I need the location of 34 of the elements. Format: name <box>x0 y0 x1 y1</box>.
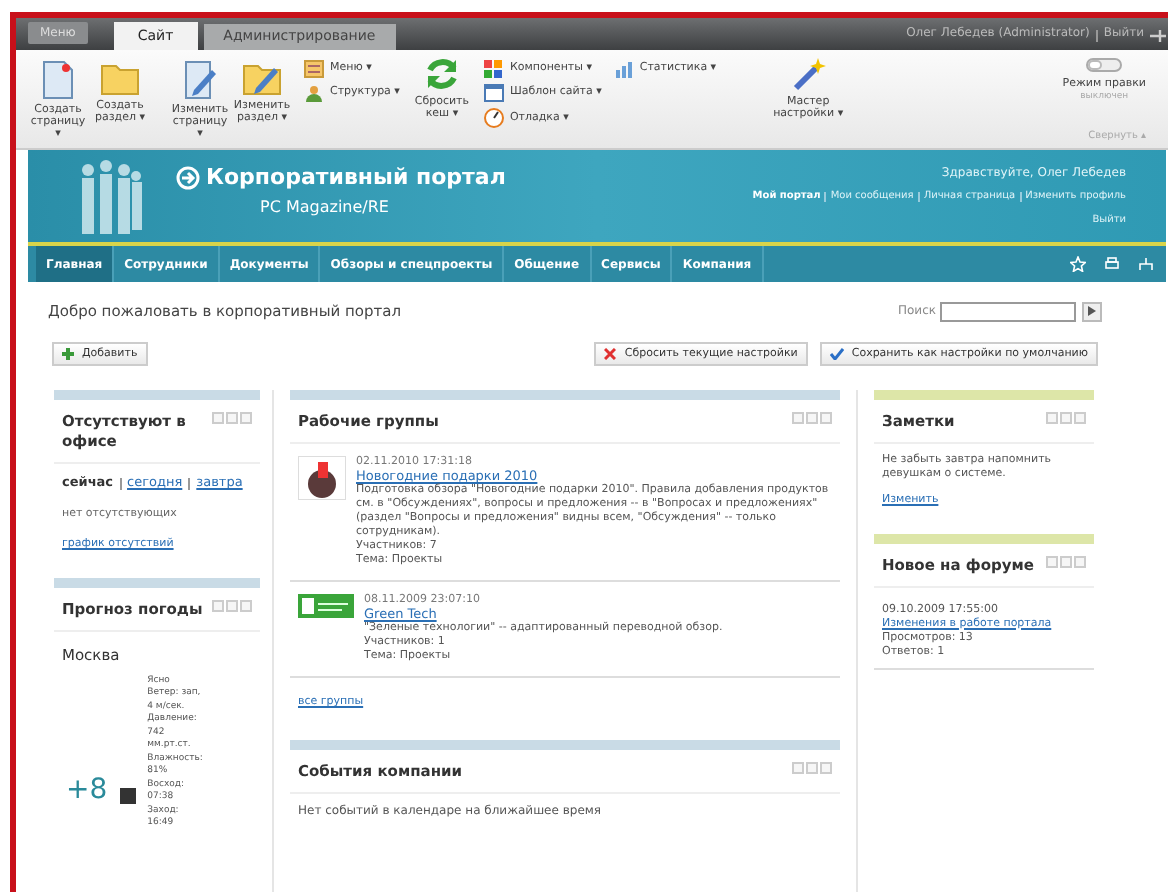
panel-controls-icon <box>792 412 832 425</box>
gift-photo-placeholder <box>298 456 346 501</box>
panel-controls-icon <box>792 761 832 773</box>
logo-icon <box>298 594 354 619</box>
refresh-icon <box>423 56 460 92</box>
panel-controls-icon <box>212 412 252 425</box>
blocks-icon <box>483 60 504 78</box>
magic-wand-icon <box>790 56 827 92</box>
close-icon <box>604 348 617 361</box>
temperature: +8 <box>66 771 108 810</box>
folder-icon <box>100 60 140 96</box>
sitemap-icon <box>1138 256 1154 272</box>
panel-controls-icon <box>1046 555 1086 567</box>
checkmark-icon <box>829 348 844 361</box>
folder-pencil-icon <box>242 60 282 96</box>
page-icon <box>40 60 76 100</box>
arrow-circle-icon <box>176 166 200 191</box>
panel-controls-icon <box>212 599 252 611</box>
toggle-switch[interactable] <box>1086 58 1123 72</box>
search-field[interactable] <box>940 301 1076 322</box>
window-icon <box>483 84 504 102</box>
star-icon <box>1070 256 1086 272</box>
menu-icon <box>304 60 324 78</box>
portal-title: Корпоративный портал <box>206 162 506 194</box>
plus-icon <box>62 348 74 361</box>
bar-chart-icon <box>613 60 634 78</box>
people-icon <box>304 84 324 102</box>
panel-controls-icon <box>1046 412 1086 425</box>
portal-subtitle: PC Magazine/RE <box>260 195 391 219</box>
arrow-right-icon <box>1088 306 1096 317</box>
page-pencil-icon <box>182 60 218 100</box>
gauge-icon <box>483 108 504 128</box>
print-icon <box>1104 256 1120 272</box>
search-button[interactable] <box>1082 301 1102 322</box>
